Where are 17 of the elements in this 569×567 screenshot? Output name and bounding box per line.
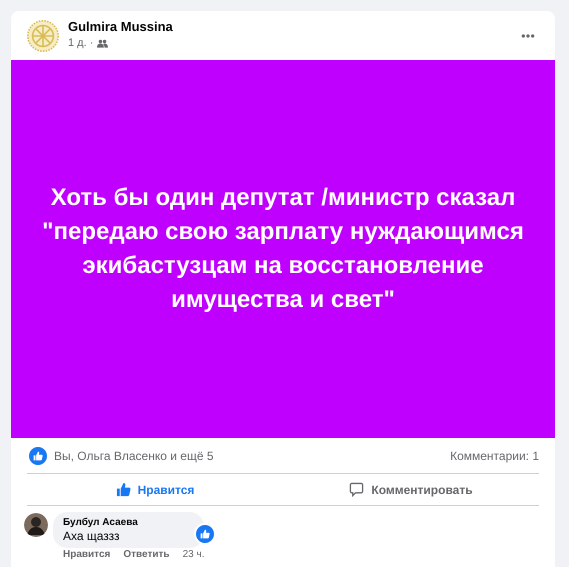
comment-action-link[interactable]: Ответить <box>123 549 170 561</box>
comment-time: 23 ч. <box>182 549 204 561</box>
comment-icon <box>349 482 364 497</box>
comment-button[interactable]: Комментировать <box>283 476 539 503</box>
comment-text: Аха щаззз <box>63 529 121 544</box>
commenter-name[interactable]: Булбул Асаева <box>63 516 194 529</box>
author-name[interactable]: Gulmira Mussina <box>68 19 521 36</box>
people-icon <box>97 39 108 48</box>
post-text: Хоть бы один депутат /министр сказал "передаю свою зарплату нуждающимся экибастузцам на восстановление имущества и свет" <box>41 183 525 315</box>
more-icon[interactable] <box>521 34 535 38</box>
comment-action-link[interactable]: Нравится <box>63 549 110 561</box>
like-button[interactable]: Нравится <box>27 476 283 503</box>
commenter-avatar[interactable] <box>24 513 48 537</box>
reactions-summary[interactable]: Вы, Ольга Власенко и ещё 5 <box>54 446 214 464</box>
post-time[interactable]: 1 д. · <box>68 35 94 52</box>
comments-count[interactable]: Комментарии: 1 <box>450 446 539 464</box>
thumbs-up-icon <box>116 482 131 497</box>
